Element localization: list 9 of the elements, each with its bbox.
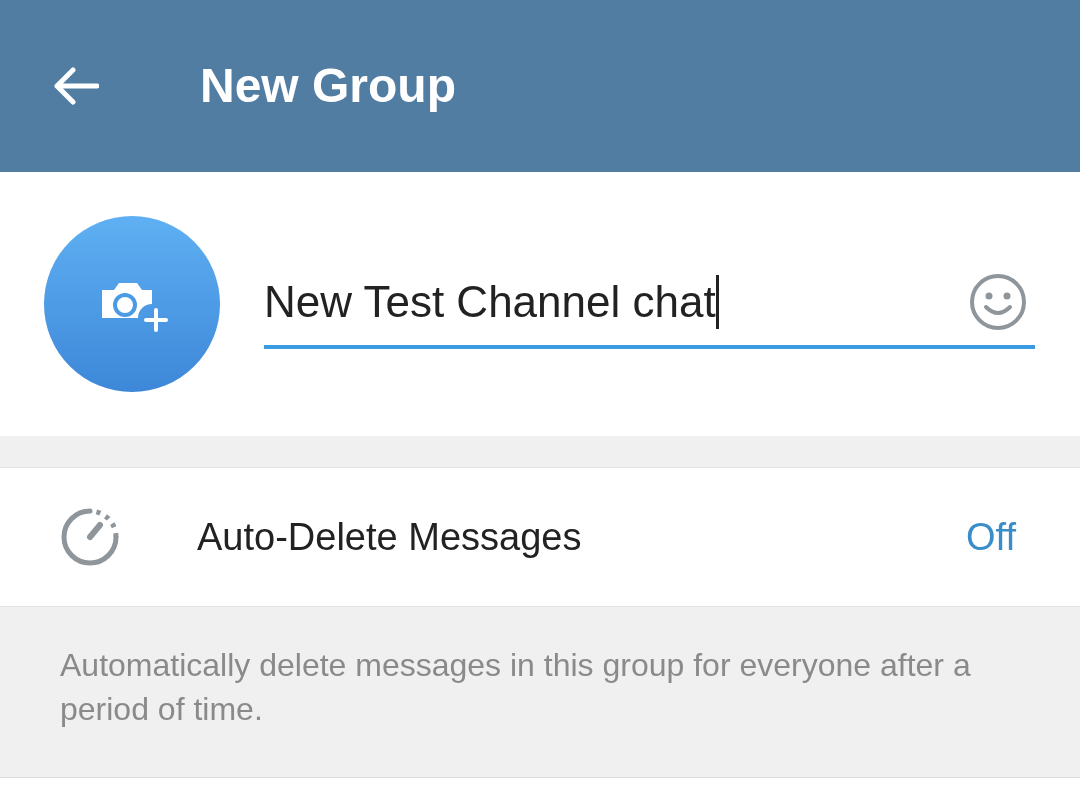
timer-icon: [60, 507, 120, 567]
footer-note: Automatically delete messages in this group for everyone after a period of time.: [60, 646, 972, 729]
group-name-field[interactable]: New Test Channel chat: [264, 259, 1035, 349]
setting-value: Off: [966, 514, 1016, 560]
setting-label: Auto-Delete Messages: [197, 514, 582, 560]
back-icon[interactable]: [52, 66, 100, 106]
smiley-icon[interactable]: [969, 273, 1027, 331]
screen-title: New Group: [200, 62, 456, 110]
text-cursor: [715, 275, 719, 329]
